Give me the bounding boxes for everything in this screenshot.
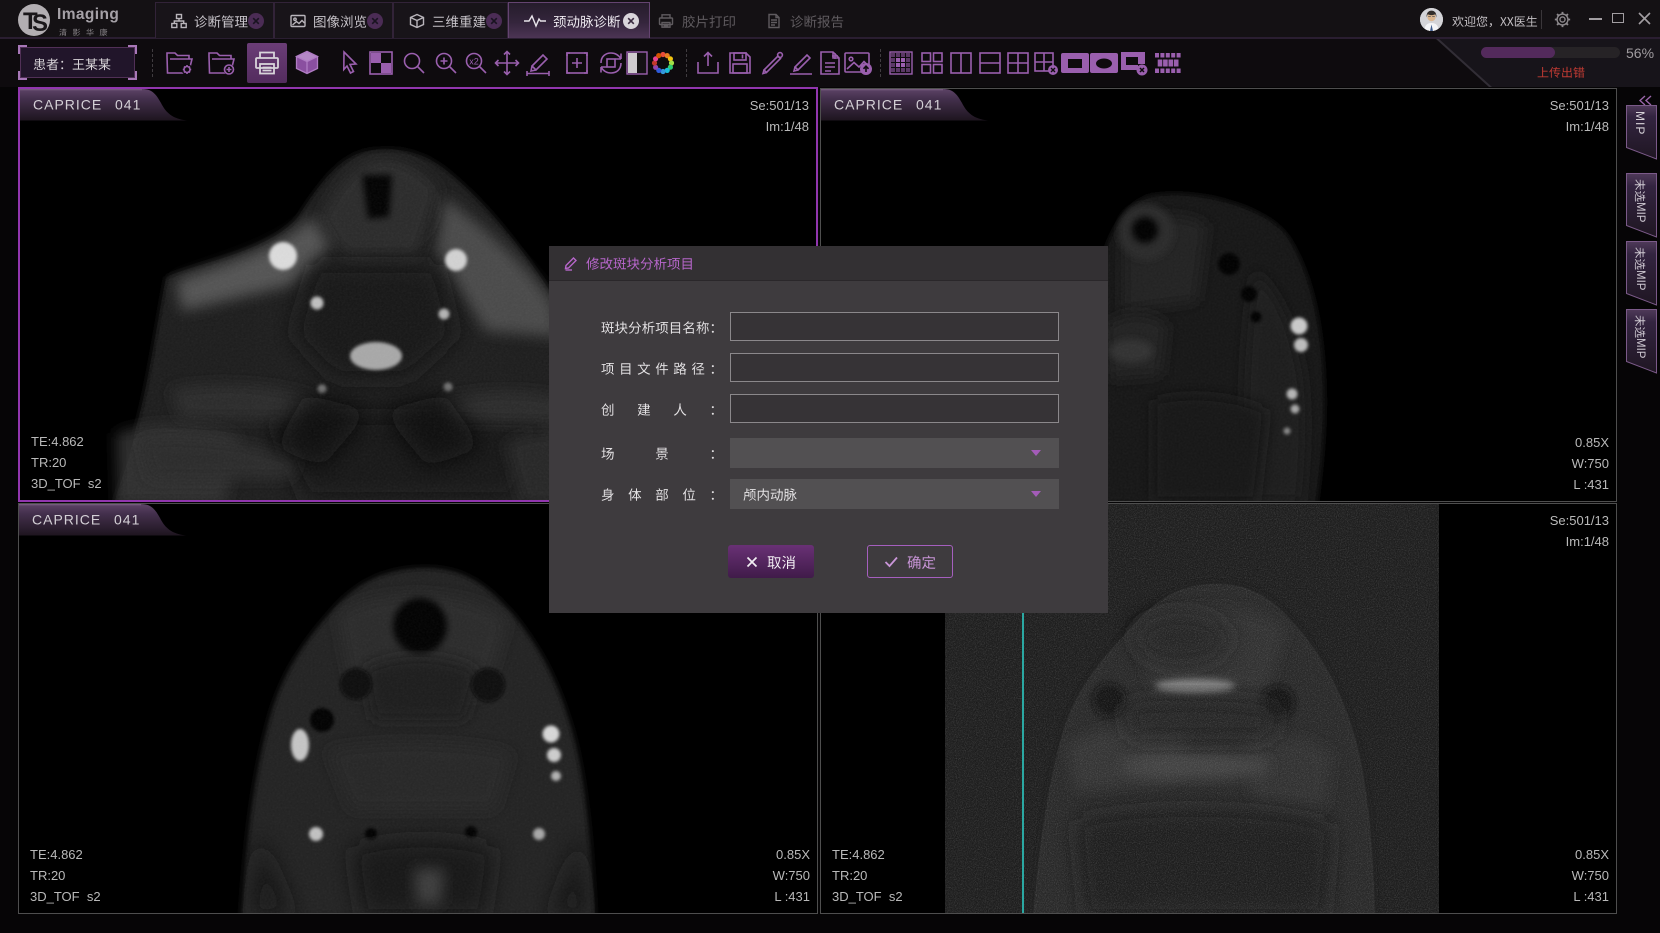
svg-text:CAPRICE: CAPRICE: [834, 97, 903, 113]
svg-text:041: 041: [916, 97, 942, 113]
svg-text:S: S: [32, 10, 48, 37]
svg-text:CAPRICE: CAPRICE: [33, 97, 102, 113]
svg-text:041: 041: [114, 512, 140, 528]
svg-text:x2: x2: [469, 57, 479, 67]
svg-text:041: 041: [115, 97, 141, 113]
svg-text:CAPRICE: CAPRICE: [32, 512, 101, 528]
